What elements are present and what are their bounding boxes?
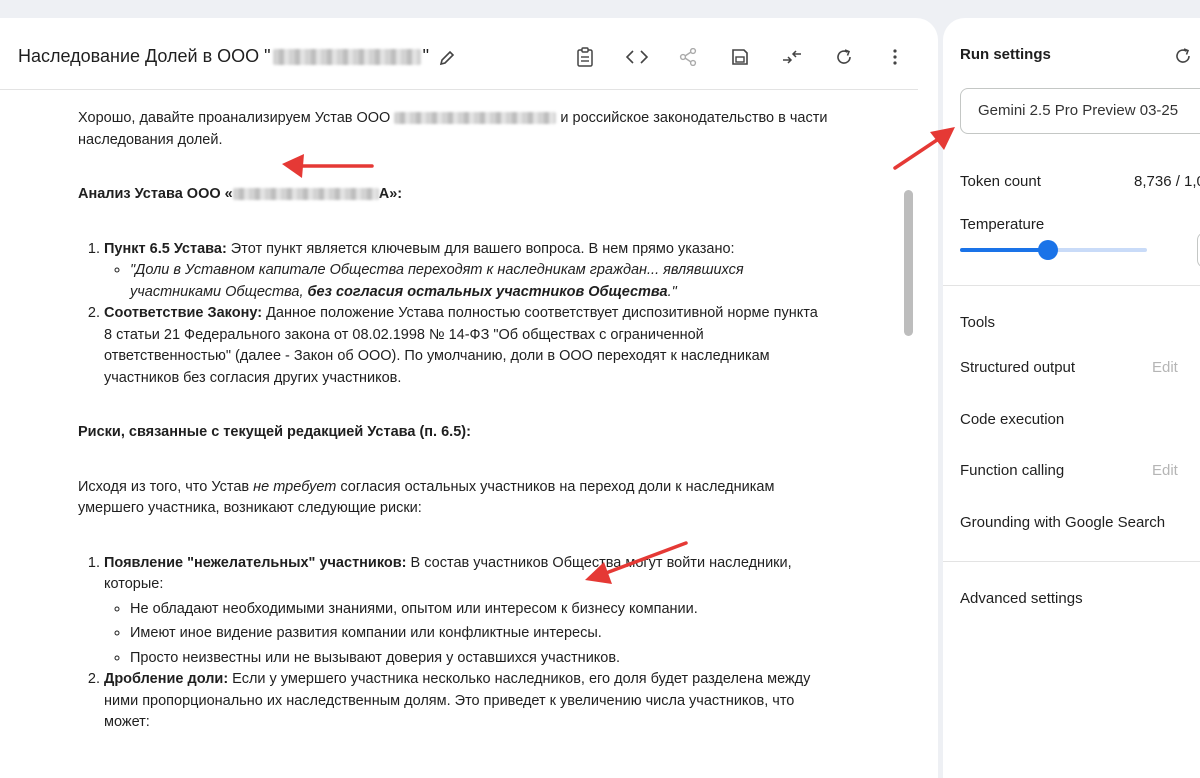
function-calling-edit-button[interactable]: Edit [1152,462,1178,479]
risks-intro-a: Исходя из того, что Устав [78,478,254,495]
share-icon[interactable] [677,46,699,68]
chat-response: Хорошо, давайте проанализируем Устав ООО… [78,108,828,734]
sub-item: Просто неизвестны или не вызывают довери… [130,648,828,670]
structured-output-label: Structured output [960,359,1076,376]
clipboard-icon[interactable] [574,46,596,68]
item-label: Дробление доли: [104,671,229,687]
item-label: Пункт 6.5 Устава: [104,240,227,257]
compare-icon[interactable] [781,46,803,68]
sub-list: "Доли в Уставном капитале Общества перех… [104,260,828,303]
sub-list: Не обладают необходимыми знаниями, опыто… [104,599,828,670]
risks-intro: Исходя из того, что Устав не требует сог… [78,477,828,520]
divider [943,285,1200,286]
list-item: Появление "нежелательных" участников: В … [104,553,828,670]
quote-text-end: ." [667,283,677,300]
code-execution-label: Code execution [960,411,1065,428]
sub-item: Имеют иное видение развития компании или… [130,623,828,645]
chat-scrollbar-track[interactable] [902,84,916,778]
function-calling-label: Function calling [960,462,1065,479]
heading-risks-text: Риски, связанные с текущей редакцией Уст… [78,424,471,440]
risks-intro-em: не требует [253,478,337,495]
redacted-name [272,49,421,66]
token-count-label: Token count [960,173,1041,190]
run-settings-title: Run settings [960,46,1051,63]
heading-risks: Риски, связанные с текущей редакцией Уст… [78,422,828,444]
reset-settings-icon[interactable] [1173,46,1193,70]
item-label: Соответствие Закону: [104,305,263,321]
heading-analysis-b: А»: [378,186,403,202]
chat-header: Наследование Долей в ООО " " [0,18,918,90]
save-icon[interactable] [729,46,751,68]
redacted-company-2 [232,188,379,201]
tools-label: Tools [960,314,996,331]
sub-item: Не обладают необходимыми знаниями, опыто… [130,599,828,621]
quote-item: "Доли в Уставном капитале Общества перех… [130,260,828,303]
temperature-label: Temperature [960,216,1045,233]
redacted-company [394,112,557,125]
list-item: Соответствие Закону: Данное положение Ус… [104,303,828,389]
more-options-icon[interactable] [884,46,906,68]
refresh-icon[interactable] [833,46,855,68]
chat-scrollbar-thumb[interactable] [904,190,913,336]
temperature-slider-track[interactable] [1047,248,1147,252]
heading-analysis-a: Анализ Устава ООО « [78,186,233,202]
item-label: Появление "нежелательных" участников: [104,554,407,571]
model-selector[interactable]: Gemini 2.5 Pro Preview 03-25 [960,88,1200,134]
intro-text-a: Хорошо, давайте проанализируем Устав ООО [78,110,391,126]
chat-title-suffix: " [422,46,429,66]
risks-list: Появление "нежелательных" участников: В … [78,553,828,734]
analysis-list: Пункт 6.5 Устава: Этот пункт является кл… [78,239,828,390]
list-item: Дробление доли: Если у умершего участник… [104,669,828,734]
heading-analysis: Анализ Устава ООО « А»: [78,184,828,206]
item-text: Этот пункт является ключевым для вашего … [226,240,735,257]
advanced-settings-toggle[interactable]: Advanced settings [960,590,1083,607]
divider [943,561,1200,562]
token-count-value: 8,736 / 1,0 [1134,173,1200,190]
temperature-slider-thumb[interactable] [1037,240,1058,260]
edit-title-icon[interactable] [437,48,457,68]
structured-output-edit-button[interactable]: Edit [1152,359,1178,376]
code-icon[interactable] [626,46,648,68]
chat-title: Наследование Долей в ООО " " [18,46,429,67]
temperature-slider-fill[interactable] [960,248,1048,252]
list-item: Пункт 6.5 Устава: Этот пункт является кл… [104,239,828,304]
run-settings-panel: Run settings Gemini 2.5 Pro Preview 03-2… [943,18,1200,778]
intro-paragraph: Хорошо, давайте проанализируем Устав ООО… [78,108,828,151]
chat-title-prefix: Наследование Долей в ООО " [18,46,271,66]
grounding-label: Grounding with Google Search [960,514,1166,531]
quote-text-bold: без согласия остальных участников Общест… [307,283,668,300]
